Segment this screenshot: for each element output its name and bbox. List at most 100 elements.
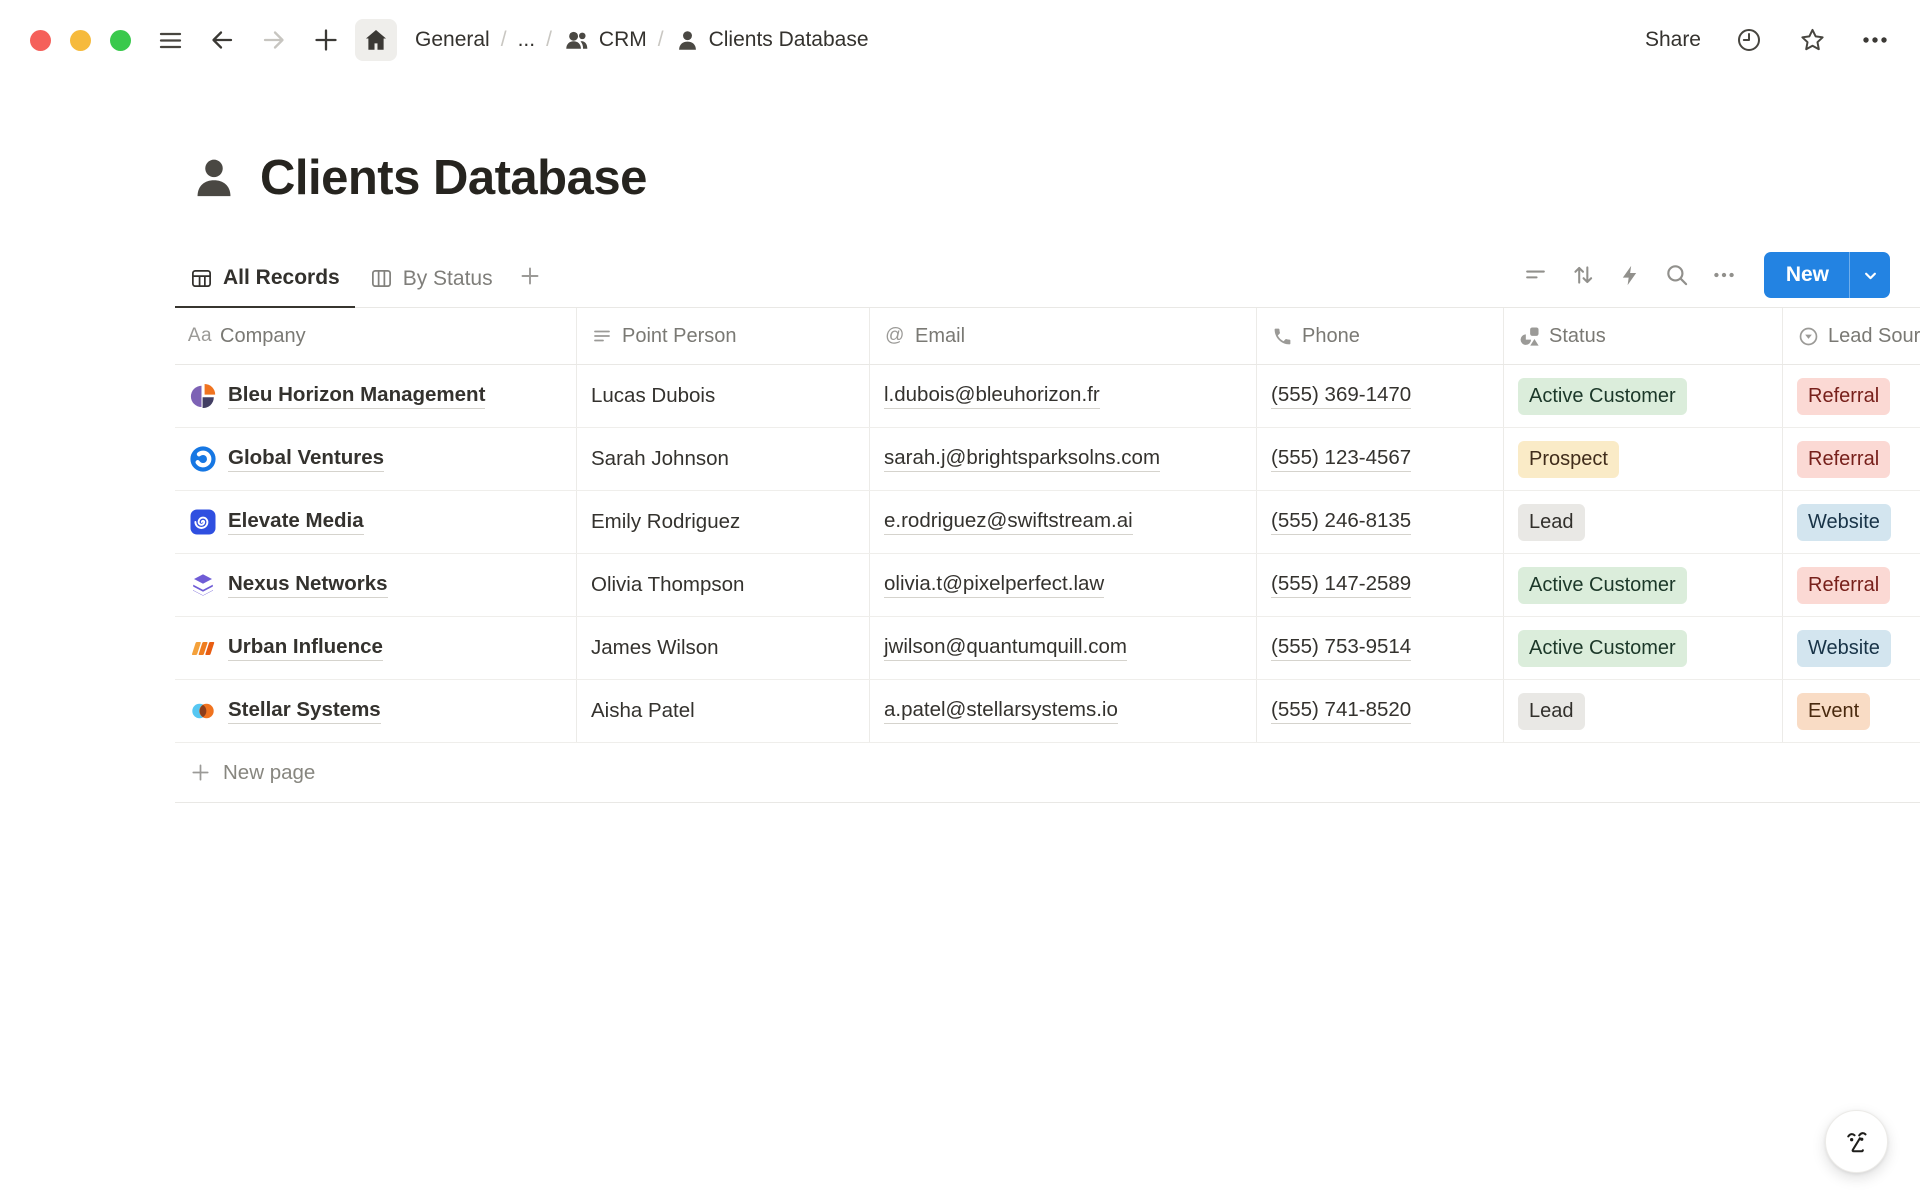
status-badge[interactable]: Prospect bbox=[1518, 441, 1619, 478]
filter-icon[interactable] bbox=[1519, 258, 1553, 292]
phone-cell[interactable]: (555) 741-8520 bbox=[1257, 680, 1504, 742]
company-name-link[interactable]: Global Ventures bbox=[228, 446, 384, 472]
lead-source-cell[interactable]: Event bbox=[1783, 680, 1920, 742]
lead-source-badge[interactable]: Website bbox=[1797, 504, 1891, 541]
updates-clock-icon[interactable] bbox=[1734, 25, 1764, 55]
lead-source-badge[interactable]: Event bbox=[1797, 693, 1870, 730]
email-link[interactable]: a.patel@stellarsystems.io bbox=[884, 698, 1118, 724]
home-breadcrumb-chip[interactable] bbox=[355, 19, 397, 61]
lead-source-cell[interactable]: Referral bbox=[1783, 554, 1920, 616]
phone-cell[interactable]: (555) 246-8135 bbox=[1257, 491, 1504, 553]
back-arrow-icon[interactable] bbox=[207, 25, 237, 55]
breadcrumb-item-crm[interactable]: CRM bbox=[557, 23, 653, 58]
phone-link[interactable]: (555) 246-8135 bbox=[1271, 509, 1411, 535]
breadcrumb-item-clients-database[interactable]: Clients Database bbox=[669, 24, 875, 57]
email-link[interactable]: olivia.t@pixelperfect.law bbox=[884, 572, 1104, 598]
page-person-icon[interactable] bbox=[190, 154, 238, 202]
tab-by-status[interactable]: By Status bbox=[355, 250, 508, 307]
company-name-link[interactable]: Urban Influence bbox=[228, 635, 383, 661]
status-cell[interactable]: Prospect bbox=[1504, 428, 1783, 490]
column-header-email[interactable]: @Email bbox=[870, 308, 1257, 364]
company-name-link[interactable]: Elevate Media bbox=[228, 509, 364, 535]
point-person-cell[interactable]: Sarah Johnson bbox=[577, 428, 870, 490]
company-cell[interactable]: Nexus Networks bbox=[175, 554, 577, 616]
status-badge[interactable]: Lead bbox=[1518, 693, 1585, 730]
column-header-company[interactable]: AaCompany bbox=[175, 308, 577, 364]
email-cell[interactable]: l.dubois@bleuhorizon.fr bbox=[870, 365, 1257, 427]
minimize-window-button[interactable] bbox=[70, 30, 91, 51]
company-cell[interactable]: Elevate Media bbox=[175, 491, 577, 553]
more-options-icon[interactable] bbox=[1860, 25, 1890, 55]
point-person-cell[interactable]: Lucas Dubois bbox=[577, 365, 870, 427]
breadcrumb-item-general[interactable]: General bbox=[409, 24, 496, 56]
status-cell[interactable]: Active Customer bbox=[1504, 554, 1783, 616]
phone-link[interactable]: (555) 741-8520 bbox=[1271, 698, 1411, 724]
sort-icon[interactable] bbox=[1566, 258, 1600, 292]
company-cell[interactable]: Bleu Horizon Management bbox=[175, 365, 577, 427]
lead-source-cell[interactable]: Referral bbox=[1783, 365, 1920, 427]
email-cell[interactable]: jwilson@quantumquill.com bbox=[870, 617, 1257, 679]
company-name-link[interactable]: Bleu Horizon Management bbox=[228, 383, 485, 409]
status-cell[interactable]: Lead bbox=[1504, 491, 1783, 553]
email-cell[interactable]: e.rodriguez@swiftstream.ai bbox=[870, 491, 1257, 553]
phone-link[interactable]: (555) 369-1470 bbox=[1271, 383, 1411, 409]
favorite-star-icon[interactable] bbox=[1797, 25, 1827, 55]
column-header-phone[interactable]: Phone bbox=[1257, 308, 1504, 364]
lead-source-badge[interactable]: Referral bbox=[1797, 567, 1890, 604]
status-badge[interactable]: Active Customer bbox=[1518, 378, 1687, 415]
sidebar-menu-icon[interactable] bbox=[155, 25, 185, 55]
company-cell[interactable]: Stellar Systems bbox=[175, 680, 577, 742]
email-cell[interactable]: sarah.j@brightsparksolns.com bbox=[870, 428, 1257, 490]
new-record-button[interactable]: New bbox=[1764, 252, 1849, 298]
tab-all-records[interactable]: All Records bbox=[175, 250, 355, 308]
search-icon[interactable] bbox=[1660, 258, 1694, 292]
lead-source-badge[interactable]: Website bbox=[1797, 630, 1891, 667]
point-person-cell[interactable]: Aisha Patel bbox=[577, 680, 870, 742]
email-cell[interactable]: a.patel@stellarsystems.io bbox=[870, 680, 1257, 742]
status-badge[interactable]: Lead bbox=[1518, 504, 1585, 541]
lead-source-cell[interactable]: Website bbox=[1783, 491, 1920, 553]
new-tab-plus-icon[interactable] bbox=[311, 25, 341, 55]
column-header-lead-source[interactable]: Lead Source bbox=[1783, 308, 1920, 364]
phone-cell[interactable]: (555) 147-2589 bbox=[1257, 554, 1504, 616]
view-more-icon[interactable] bbox=[1707, 258, 1741, 292]
zoom-window-button[interactable] bbox=[110, 30, 131, 51]
point-person-cell[interactable]: Emily Rodriguez bbox=[577, 491, 870, 553]
email-link[interactable]: l.dubois@bleuhorizon.fr bbox=[884, 383, 1100, 409]
company-cell[interactable]: Urban Influence bbox=[175, 617, 577, 679]
share-button[interactable]: Share bbox=[1645, 28, 1701, 52]
phone-link[interactable]: (555) 123-4567 bbox=[1271, 446, 1411, 472]
status-cell[interactable]: Lead bbox=[1504, 680, 1783, 742]
lead-source-cell[interactable]: Website bbox=[1783, 617, 1920, 679]
breadcrumb-item-ellipsis[interactable]: ... bbox=[512, 24, 542, 56]
status-cell[interactable]: Active Customer bbox=[1504, 365, 1783, 427]
add-view-plus-icon[interactable] bbox=[508, 250, 552, 307]
point-person-cell[interactable]: James Wilson bbox=[577, 617, 870, 679]
company-name-link[interactable]: Stellar Systems bbox=[228, 698, 381, 724]
status-cell[interactable]: Active Customer bbox=[1504, 617, 1783, 679]
column-header-point-person[interactable]: Point Person bbox=[577, 308, 870, 364]
phone-link[interactable]: (555) 147-2589 bbox=[1271, 572, 1411, 598]
email-link[interactable]: e.rodriguez@swiftstream.ai bbox=[884, 509, 1133, 535]
email-link[interactable]: sarah.j@brightsparksolns.com bbox=[884, 446, 1160, 472]
company-name-link[interactable]: Nexus Networks bbox=[228, 572, 388, 598]
point-person-cell[interactable]: Olivia Thompson bbox=[577, 554, 870, 616]
column-header-status[interactable]: Status bbox=[1504, 308, 1783, 364]
new-page-row[interactable]: New page bbox=[175, 743, 1920, 803]
phone-link[interactable]: (555) 753-9514 bbox=[1271, 635, 1411, 661]
company-cell[interactable]: Global Ventures bbox=[175, 428, 577, 490]
status-badge[interactable]: Active Customer bbox=[1518, 567, 1687, 604]
notion-ai-fab[interactable] bbox=[1825, 1110, 1888, 1173]
phone-cell[interactable]: (555) 369-1470 bbox=[1257, 365, 1504, 427]
phone-cell[interactable]: (555) 753-9514 bbox=[1257, 617, 1504, 679]
lead-source-badge[interactable]: Referral bbox=[1797, 441, 1890, 478]
forward-arrow-icon[interactable] bbox=[259, 25, 289, 55]
zap-icon[interactable] bbox=[1613, 258, 1647, 292]
phone-cell[interactable]: (555) 123-4567 bbox=[1257, 428, 1504, 490]
email-link[interactable]: jwilson@quantumquill.com bbox=[884, 635, 1127, 661]
close-window-button[interactable] bbox=[30, 30, 51, 51]
email-cell[interactable]: olivia.t@pixelperfect.law bbox=[870, 554, 1257, 616]
lead-source-cell[interactable]: Referral bbox=[1783, 428, 1920, 490]
lead-source-badge[interactable]: Referral bbox=[1797, 378, 1890, 415]
status-badge[interactable]: Active Customer bbox=[1518, 630, 1687, 667]
